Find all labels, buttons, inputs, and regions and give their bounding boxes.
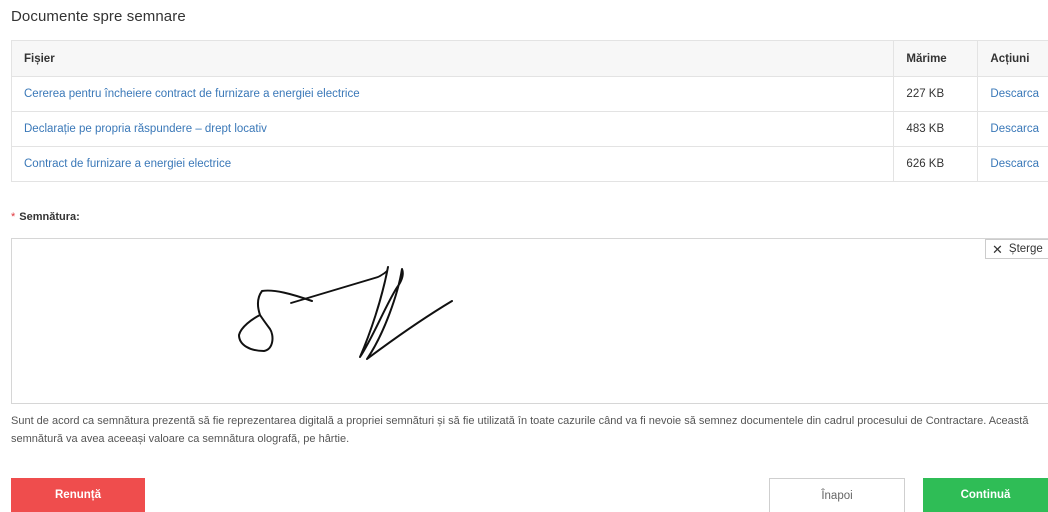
table-header-row: Fișier Mărime Acțiuni <box>10 40 1048 77</box>
file-link[interactable]: Contract de furnizare a energiei electri… <box>24 158 231 170</box>
column-header-file: Fișier <box>10 40 894 77</box>
table-row: Contract de furnizare a energiei electri… <box>10 146 1048 182</box>
action-cell: Descarca <box>977 111 1048 147</box>
table-row: Declarație pe propria răspundere – drept… <box>10 111 1048 147</box>
file-size: 483 KB <box>893 111 978 147</box>
table-row: Cererea pentru încheiere contract de fur… <box>10 76 1048 112</box>
download-link[interactable]: Descarca <box>990 88 1039 100</box>
signature-label-text: Semnătura: <box>19 211 80 223</box>
download-link[interactable]: Descarca <box>990 158 1039 170</box>
file-cell: Contract de furnizare a energiei electri… <box>10 146 894 182</box>
continue-button[interactable]: Continuă <box>923 478 1048 512</box>
file-link[interactable]: Declarație pe propria răspundere – drept… <box>24 123 267 135</box>
close-icon: ✕ <box>992 241 1003 257</box>
column-header-actions: Acțiuni <box>977 40 1048 77</box>
page-title: Documente spre semnare <box>11 8 186 25</box>
file-cell: Declarație pe propria răspundere – drept… <box>10 111 894 147</box>
required-marker: * <box>11 211 16 223</box>
file-size: 626 KB <box>893 146 978 182</box>
clear-signature-label: Șterge <box>1008 243 1043 255</box>
column-header-size: Mărime <box>893 40 978 77</box>
back-button[interactable]: Înapoi <box>769 478 905 512</box>
file-cell: Cererea pentru încheiere contract de fur… <box>10 76 894 112</box>
documents-table: Fișier Mărime Acțiuni Cererea pentru înc… <box>10 40 1048 182</box>
cancel-button[interactable]: Renunță <box>11 478 145 512</box>
action-cell: Descarca <box>977 76 1048 112</box>
download-link[interactable]: Descarca <box>990 123 1039 135</box>
signature-label: * Semnătura: <box>11 211 80 223</box>
signature-drawing <box>238 266 453 360</box>
file-link[interactable]: Cererea pentru încheiere contract de fur… <box>24 88 360 100</box>
signature-pad[interactable] <box>11 238 1048 404</box>
agreement-text: Sunt de acord ca semnătura prezentă să f… <box>11 415 1029 445</box>
clear-signature-button[interactable]: ✕ Șterge <box>985 239 1048 259</box>
action-cell: Descarca <box>977 146 1048 182</box>
file-size: 227 KB <box>893 76 978 112</box>
